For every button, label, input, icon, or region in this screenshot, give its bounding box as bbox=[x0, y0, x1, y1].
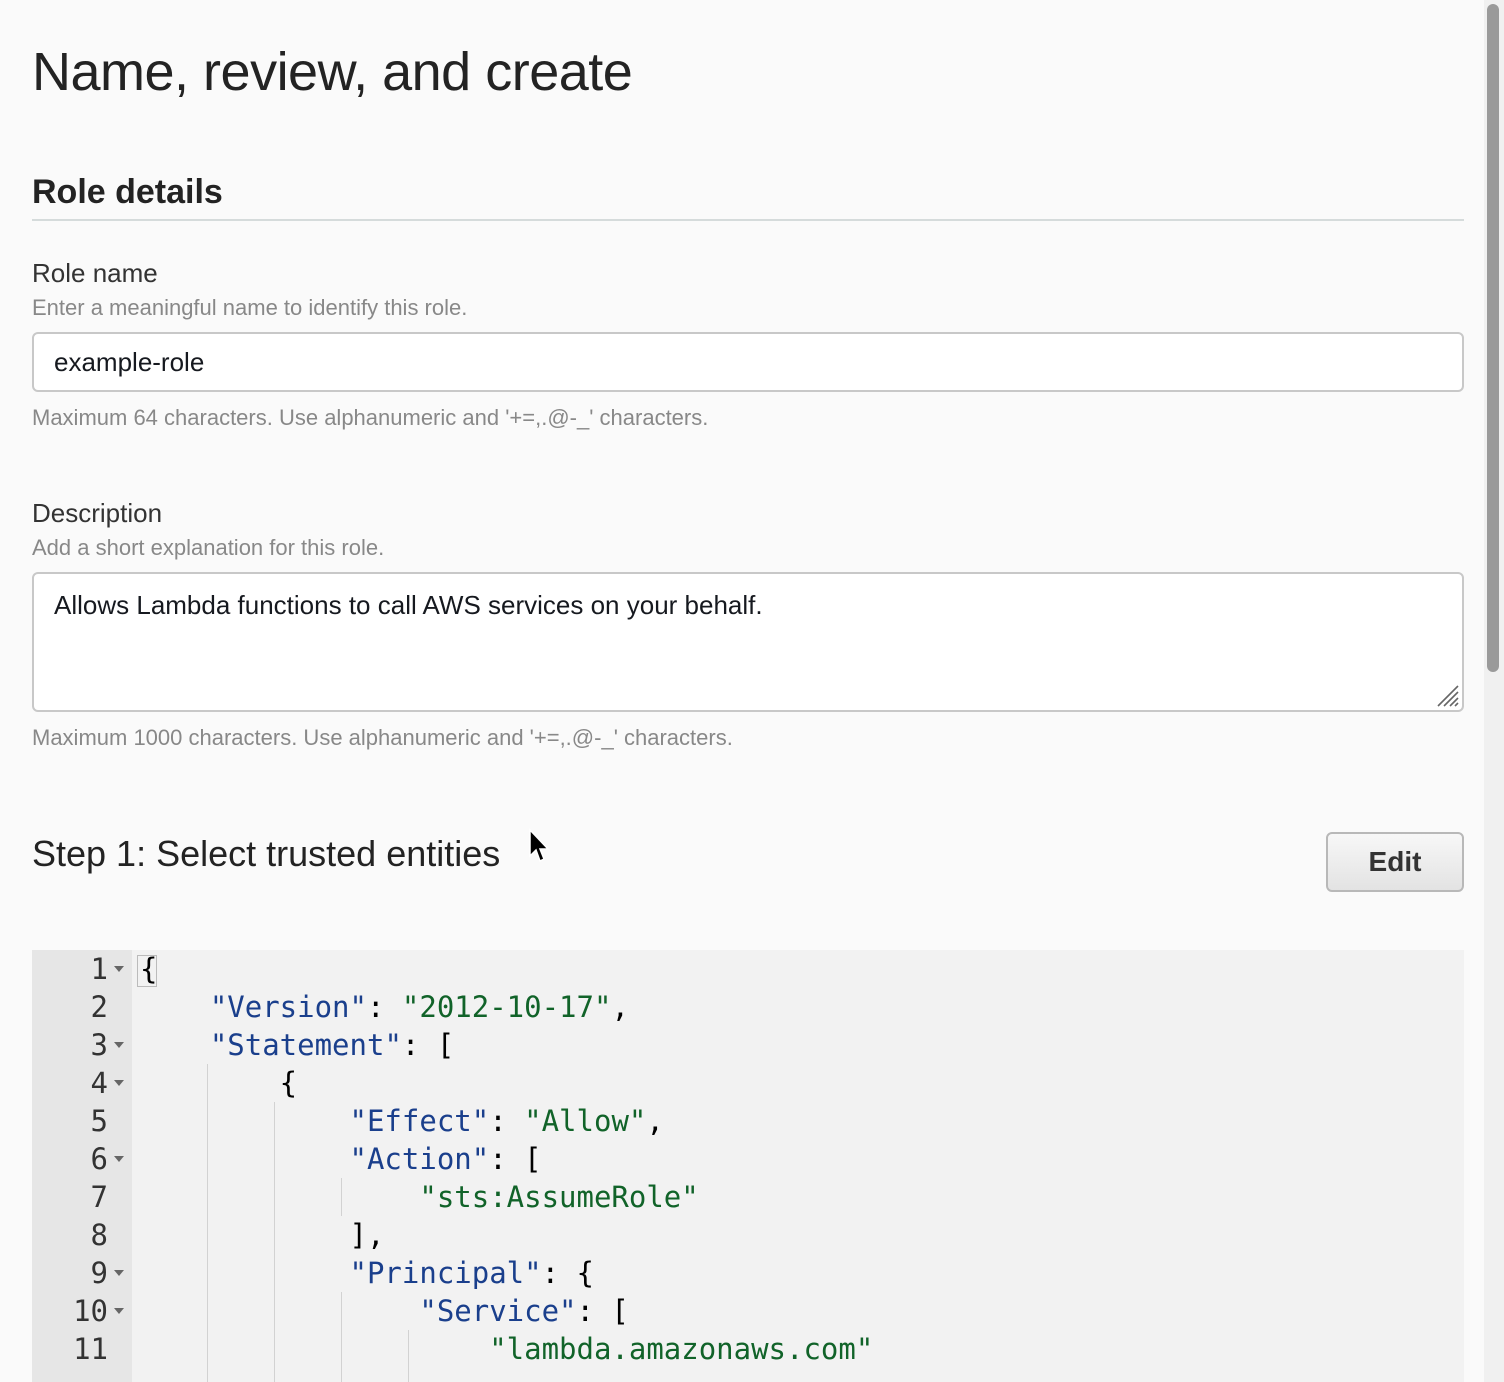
line-number: 5 bbox=[90, 1104, 108, 1138]
role-details-heading: Role details bbox=[32, 173, 223, 212]
line-number: 7 bbox=[90, 1180, 108, 1214]
code-line: "Principal": { bbox=[349, 1256, 594, 1290]
line-number: 10 bbox=[73, 1294, 108, 1328]
code-line: ], bbox=[140, 1218, 385, 1252]
line-number: 1 bbox=[90, 952, 108, 986]
page-title: Name, review, and create bbox=[32, 42, 633, 103]
code-line: "Service": [ bbox=[419, 1294, 629, 1328]
code-line: "Effect": "Allow", bbox=[349, 1104, 664, 1138]
description-label: Description bbox=[32, 498, 163, 528]
line-number: 11 bbox=[73, 1332, 108, 1366]
code-line: "sts:AssumeRole" bbox=[419, 1180, 699, 1214]
description-textarea[interactable]: Allows Lambda functions to call AWS serv… bbox=[32, 572, 1464, 712]
chevron-down-icon[interactable] bbox=[114, 1308, 124, 1314]
code-line: "Version": "2012-10-17", bbox=[209, 990, 629, 1024]
chevron-down-icon[interactable] bbox=[114, 1270, 124, 1276]
line-number: 8 bbox=[90, 1218, 108, 1252]
role-name-label: Role name bbox=[32, 258, 158, 288]
edit-button[interactable]: Edit bbox=[1326, 832, 1464, 892]
code-line: "Action": [ bbox=[349, 1142, 542, 1176]
trust-policy-code-editor[interactable]: 1 2 3 4 5 6 7 8 9 10 11 { "Version": "20… bbox=[32, 950, 1464, 1382]
description-hint: Add a short explanation for this role. bbox=[32, 535, 385, 560]
section-divider bbox=[32, 219, 1464, 221]
description-textarea-value: Allows Lambda functions to call AWS serv… bbox=[54, 590, 763, 620]
code-line: { bbox=[140, 1066, 298, 1100]
role-name-constraint: Maximum 64 characters. Use alphanumeric … bbox=[32, 405, 709, 430]
code-line: "Statement": [ bbox=[209, 1028, 455, 1062]
line-number: 4 bbox=[90, 1066, 108, 1100]
chevron-down-icon[interactable] bbox=[114, 1042, 124, 1048]
line-number: 3 bbox=[90, 1028, 108, 1062]
line-number: 6 bbox=[90, 1142, 108, 1176]
description-constraint: Maximum 1000 characters. Use alphanumeri… bbox=[32, 725, 733, 750]
role-name-description: Enter a meaningful name to identify this… bbox=[32, 295, 468, 320]
code-line: "lambda.amazonaws.com" bbox=[489, 1332, 874, 1366]
resize-handle-icon[interactable] bbox=[1434, 682, 1460, 708]
page-scrollbar-thumb[interactable] bbox=[1487, 4, 1499, 672]
role-name-input[interactable] bbox=[32, 332, 1464, 392]
line-number: 2 bbox=[90, 990, 108, 1024]
code-line: { bbox=[140, 952, 158, 986]
line-number: 9 bbox=[90, 1256, 108, 1290]
mouse-pointer-icon bbox=[529, 828, 550, 863]
step1-title: Step 1: Select trusted entities bbox=[32, 833, 501, 874]
chevron-down-icon[interactable] bbox=[114, 1156, 124, 1162]
chevron-down-icon[interactable] bbox=[114, 1080, 124, 1086]
chevron-down-icon[interactable] bbox=[114, 966, 124, 972]
